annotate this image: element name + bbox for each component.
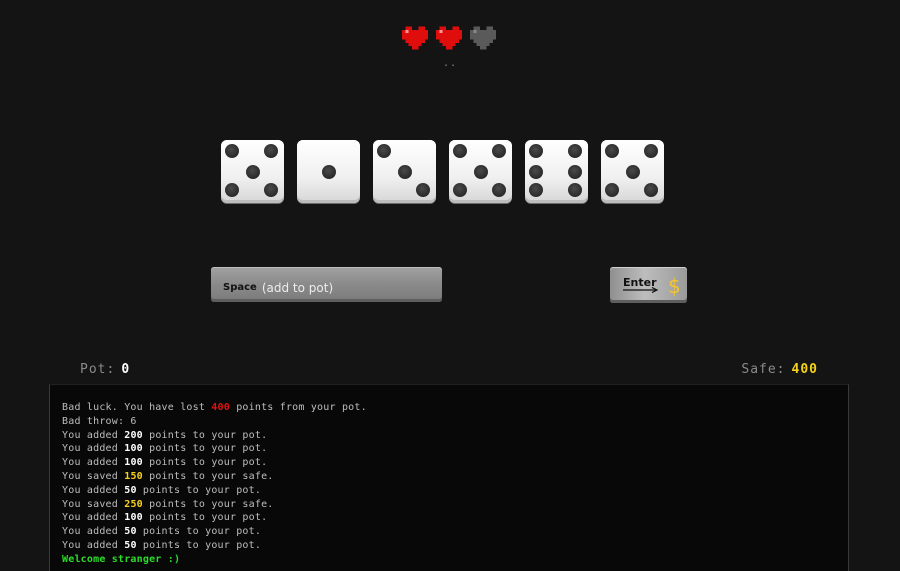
die-6	[601, 140, 664, 203]
safe-value: 400	[791, 362, 818, 377]
safe-label: Safe:	[741, 362, 786, 377]
die-pip	[263, 144, 278, 159]
die-pip	[491, 182, 506, 197]
log-line: You added 100 points to your pot.	[62, 512, 268, 524]
arrow-right-icon	[623, 287, 659, 293]
log-points-value: 400	[211, 402, 230, 413]
log-line: You saved 150 points to your safe.	[62, 470, 274, 482]
log-line: Welcome stranger :)	[62, 553, 181, 565]
add-to-pot-hint: (add to pot)	[261, 280, 334, 295]
dollar-icon: $	[668, 274, 681, 298]
message-log: Bad luck. You have lost 400 points from …	[49, 384, 849, 571]
log-points-value: 100	[124, 443, 143, 455]
log-line: You added 100 points to your pot.	[62, 457, 268, 469]
log-points-value: 250	[124, 498, 143, 510]
die-pip	[321, 164, 336, 179]
die-pip	[397, 164, 412, 179]
log-line: Bad throw: 6	[62, 415, 137, 427]
die-3	[373, 140, 436, 203]
die-pip	[567, 164, 582, 179]
die-5	[525, 140, 588, 203]
status-dots: ..	[442, 58, 458, 69]
log-points-value: 100	[124, 512, 143, 524]
die-pip	[643, 144, 658, 159]
die-pip	[263, 182, 278, 197]
heart-full-icon	[436, 26, 462, 50]
save-to-safe-button[interactable]: Enter $	[610, 267, 687, 303]
die-pip	[625, 164, 640, 179]
die-4	[449, 140, 512, 203]
die-pip	[529, 144, 544, 159]
die-pip	[225, 144, 240, 159]
die-pip	[529, 182, 544, 197]
die-pip	[605, 182, 620, 197]
pot-label: Pot:	[80, 362, 116, 377]
log-line: You saved 250 points to your safe.	[62, 498, 274, 510]
pot-value: 0	[121, 362, 131, 377]
log-line: Bad luck. You have lost 400 points from …	[62, 402, 367, 413]
die-pip	[567, 182, 582, 197]
log-points-value: 150	[124, 470, 143, 482]
die-pip	[491, 144, 506, 159]
die-2	[297, 140, 360, 203]
space-key-label: Space	[223, 282, 257, 293]
log-line: You added 50 points to your pot.	[62, 484, 262, 496]
heart-full-icon	[402, 26, 428, 50]
dice-row	[221, 140, 664, 203]
heart-empty-icon	[470, 26, 496, 50]
die-pip	[473, 164, 488, 179]
die-pip	[605, 144, 620, 159]
pot-display: Pot: 0	[80, 362, 130, 377]
log-line: You added 200 points to your pot.	[62, 429, 268, 441]
log-line: You added 100 points to your pot.	[62, 443, 268, 455]
log-points-value: 200	[124, 429, 143, 441]
die-pip	[225, 182, 240, 197]
log-line: You added 50 points to your pot.	[62, 539, 262, 551]
die-pip	[415, 182, 430, 197]
die-pip	[377, 144, 392, 159]
log-points-value: 50	[124, 484, 137, 496]
safe-display: Safe: 400	[741, 362, 818, 377]
die-pip	[453, 144, 468, 159]
add-to-pot-button[interactable]: Space (add to pot)	[211, 267, 442, 302]
die-pip	[453, 182, 468, 197]
log-points-value: 100	[124, 457, 143, 469]
die-1	[221, 140, 284, 203]
die-pip	[567, 144, 582, 159]
die-pip	[529, 164, 544, 179]
log-line: You added 50 points to your pot.	[62, 526, 262, 538]
lives-indicator	[402, 26, 496, 50]
log-points-value: 50	[124, 526, 137, 538]
log-points-value: 50	[124, 539, 137, 551]
game-screen: .. Space (add to pot) Enter $ Pot: 0 Safe…	[0, 0, 900, 571]
die-pip	[245, 164, 260, 179]
die-pip	[643, 182, 658, 197]
